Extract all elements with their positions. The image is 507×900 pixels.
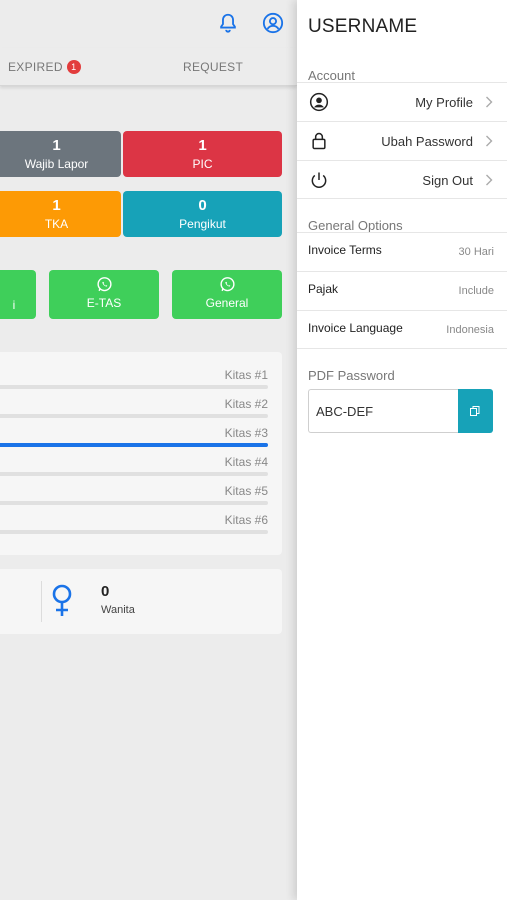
whatsapp-icon bbox=[219, 277, 235, 292]
bell-icon[interactable] bbox=[217, 12, 239, 34]
lock-icon bbox=[312, 132, 326, 150]
stat-label: Wajib Lapor bbox=[24, 157, 89, 171]
stat-value: 0 bbox=[198, 197, 207, 214]
kitas-row: Kitas #2 bbox=[0, 397, 268, 426]
menu-ubah-password[interactable]: Ubah Password bbox=[297, 121, 507, 160]
menu-my-profile[interactable]: My Profile bbox=[297, 82, 507, 121]
kitas-progress-track bbox=[0, 530, 268, 534]
general-options-title: General Options bbox=[308, 218, 403, 233]
kitas-row: Kitas #5 bbox=[0, 484, 268, 513]
pdf-password-title: PDF Password bbox=[308, 368, 395, 383]
tab-expired[interactable]: EXPIRED 1 bbox=[8, 60, 81, 74]
menu-label: Sign Out bbox=[422, 173, 473, 188]
kitas-label: Kitas #3 bbox=[224, 426, 268, 440]
kitas-progress-track bbox=[0, 443, 268, 447]
stat-value: 1 bbox=[52, 137, 61, 154]
whatsapp-etas-button[interactable]: E-TAS bbox=[49, 270, 159, 319]
user-circle-icon bbox=[309, 92, 329, 112]
option-value: Include bbox=[458, 285, 494, 297]
divider bbox=[41, 581, 42, 622]
option-label: Invoice Language bbox=[308, 321, 403, 335]
female-count: 0 bbox=[101, 583, 110, 600]
top-bar bbox=[0, 0, 297, 48]
option-pajak[interactable]: Pajak Include bbox=[297, 271, 507, 310]
kitas-label: Kitas #2 bbox=[224, 397, 268, 411]
stat-label: Pengikut bbox=[179, 217, 226, 231]
drawer-username: USERNAME bbox=[308, 16, 418, 37]
whatsapp-icon bbox=[96, 277, 112, 292]
kitas-row: Kitas #4 bbox=[0, 455, 268, 484]
kitas-label: Kitas #4 bbox=[224, 455, 268, 469]
option-label: Pajak bbox=[308, 282, 339, 296]
stat-pengikut[interactable]: 0 Pengikut bbox=[123, 191, 282, 237]
background-screen: EXPIRED 1 REQUEST 1 Wajib Lapor 1 PIC 1 T… bbox=[0, 0, 297, 900]
chevron-right-icon bbox=[486, 96, 493, 108]
account-section-title: Account bbox=[308, 68, 355, 83]
stat-tka[interactable]: 1 TKA bbox=[0, 191, 121, 237]
tab-expired-label: EXPIRED bbox=[8, 60, 63, 74]
power-icon bbox=[311, 172, 327, 189]
expired-count-badge: 1 bbox=[66, 60, 81, 74]
whatsapp-general-button[interactable]: General bbox=[172, 270, 282, 319]
whatsapp-button-label: General bbox=[205, 296, 249, 310]
menu-label: Ubah Password bbox=[381, 134, 473, 149]
tab-bar: EXPIRED 1 REQUEST bbox=[0, 48, 297, 86]
tab-request[interactable]: REQUEST bbox=[183, 60, 243, 74]
stat-value: 1 bbox=[198, 137, 207, 154]
stat-wajib-lapor[interactable]: 1 Wajib Lapor bbox=[0, 131, 121, 177]
whatsapp-button-label: E-TAS bbox=[86, 296, 122, 310]
option-value: Indonesia bbox=[446, 324, 494, 336]
kitas-progress-track bbox=[0, 472, 268, 476]
kitas-label: Kitas #1 bbox=[224, 368, 268, 382]
stat-value: 1 bbox=[52, 197, 61, 214]
kitas-progress-fill bbox=[0, 443, 268, 447]
copy-icon bbox=[470, 406, 480, 416]
stat-label: PIC bbox=[192, 157, 213, 171]
kitas-row: Kitas #3 bbox=[0, 426, 268, 455]
pdf-password-input[interactable] bbox=[308, 389, 458, 433]
kitas-progress-card: Kitas #1 Kitas #2 Kitas #3 Kitas #4 Kita… bbox=[0, 352, 282, 555]
option-value: 30 Hari bbox=[458, 246, 494, 258]
female-icon bbox=[52, 584, 72, 616]
chevron-right-icon bbox=[486, 174, 493, 186]
kitas-progress-track bbox=[0, 385, 268, 389]
option-invoice-terms[interactable]: Invoice Terms 30 Hari bbox=[297, 232, 507, 271]
kitas-progress-track bbox=[0, 501, 268, 505]
stat-label: TKA bbox=[44, 217, 69, 231]
option-invoice-language[interactable]: Invoice Language Indonesia bbox=[297, 310, 507, 349]
menu-sign-out[interactable]: Sign Out bbox=[297, 160, 507, 199]
user-circle-icon[interactable] bbox=[262, 12, 284, 34]
whatsapp-button-partial[interactable]: i bbox=[0, 270, 36, 319]
settings-drawer: USERNAME Account My Profile Ubah Passwor… bbox=[297, 0, 507, 900]
female-label: Wanita bbox=[101, 604, 135, 616]
menu-label: My Profile bbox=[415, 95, 473, 110]
gender-card: 0 Wanita bbox=[0, 569, 282, 634]
stat-pic[interactable]: 1 PIC bbox=[123, 131, 282, 177]
copy-button[interactable] bbox=[458, 389, 493, 433]
whatsapp-button-label: i bbox=[12, 298, 16, 312]
chevron-right-icon bbox=[486, 135, 493, 147]
option-label: Invoice Terms bbox=[308, 243, 382, 257]
kitas-progress-track bbox=[0, 414, 268, 418]
kitas-row: Kitas #6 bbox=[0, 513, 268, 542]
kitas-label: Kitas #5 bbox=[224, 484, 268, 498]
kitas-label: Kitas #6 bbox=[224, 513, 268, 527]
kitas-row: Kitas #1 bbox=[0, 368, 268, 397]
